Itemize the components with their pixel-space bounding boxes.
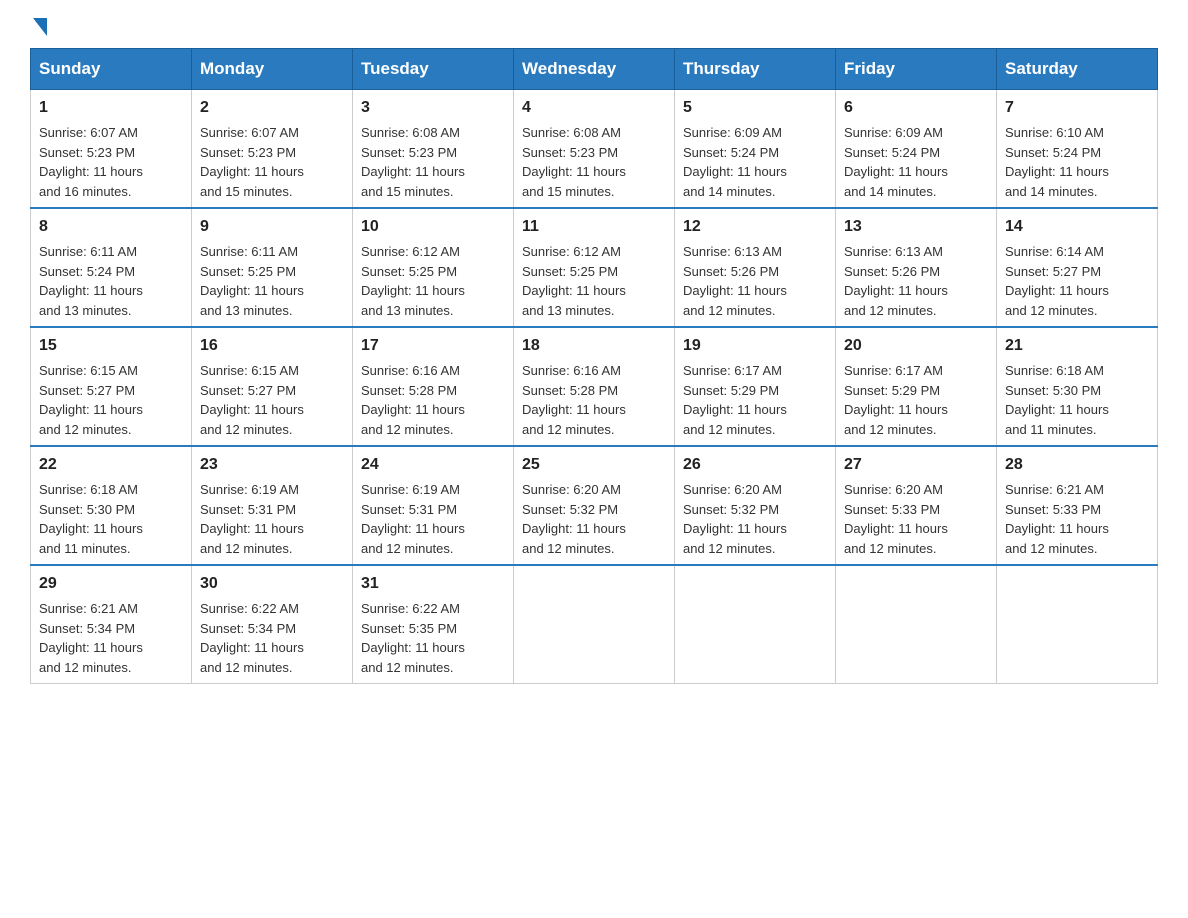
column-header-saturday: Saturday xyxy=(997,49,1158,90)
calendar-cell: 4Sunrise: 6:08 AMSunset: 5:23 PMDaylight… xyxy=(514,90,675,209)
calendar-cell xyxy=(997,565,1158,684)
calendar-cell: 27Sunrise: 6:20 AMSunset: 5:33 PMDayligh… xyxy=(836,446,997,565)
column-header-sunday: Sunday xyxy=(31,49,192,90)
day-number: 9 xyxy=(200,215,344,239)
calendar-cell: 26Sunrise: 6:20 AMSunset: 5:32 PMDayligh… xyxy=(675,446,836,565)
day-number: 24 xyxy=(361,453,505,477)
calendar-cell xyxy=(836,565,997,684)
day-number: 2 xyxy=(200,96,344,120)
calendar-cell: 3Sunrise: 6:08 AMSunset: 5:23 PMDaylight… xyxy=(353,90,514,209)
column-header-thursday: Thursday xyxy=(675,49,836,90)
column-header-tuesday: Tuesday xyxy=(353,49,514,90)
calendar-cell: 10Sunrise: 6:12 AMSunset: 5:25 PMDayligh… xyxy=(353,208,514,327)
calendar-cell: 30Sunrise: 6:22 AMSunset: 5:34 PMDayligh… xyxy=(192,565,353,684)
calendar-cell: 15Sunrise: 6:15 AMSunset: 5:27 PMDayligh… xyxy=(31,327,192,446)
calendar-table: SundayMondayTuesdayWednesdayThursdayFrid… xyxy=(30,48,1158,684)
column-header-wednesday: Wednesday xyxy=(514,49,675,90)
logo xyxy=(30,20,47,38)
day-number: 13 xyxy=(844,215,988,239)
calendar-cell: 22Sunrise: 6:18 AMSunset: 5:30 PMDayligh… xyxy=(31,446,192,565)
calendar-week-3: 15Sunrise: 6:15 AMSunset: 5:27 PMDayligh… xyxy=(31,327,1158,446)
calendar-cell: 17Sunrise: 6:16 AMSunset: 5:28 PMDayligh… xyxy=(353,327,514,446)
calendar-cell: 5Sunrise: 6:09 AMSunset: 5:24 PMDaylight… xyxy=(675,90,836,209)
day-number: 10 xyxy=(361,215,505,239)
calendar-week-1: 1Sunrise: 6:07 AMSunset: 5:23 PMDaylight… xyxy=(31,90,1158,209)
calendar-cell: 2Sunrise: 6:07 AMSunset: 5:23 PMDaylight… xyxy=(192,90,353,209)
day-number: 11 xyxy=(522,215,666,239)
day-number: 18 xyxy=(522,334,666,358)
calendar-header-row: SundayMondayTuesdayWednesdayThursdayFrid… xyxy=(31,49,1158,90)
day-number: 20 xyxy=(844,334,988,358)
calendar-cell: 23Sunrise: 6:19 AMSunset: 5:31 PMDayligh… xyxy=(192,446,353,565)
day-number: 29 xyxy=(39,572,183,596)
day-number: 28 xyxy=(1005,453,1149,477)
day-number: 5 xyxy=(683,96,827,120)
day-number: 3 xyxy=(361,96,505,120)
day-number: 6 xyxy=(844,96,988,120)
calendar-cell: 31Sunrise: 6:22 AMSunset: 5:35 PMDayligh… xyxy=(353,565,514,684)
day-number: 22 xyxy=(39,453,183,477)
day-number: 7 xyxy=(1005,96,1149,120)
day-number: 15 xyxy=(39,334,183,358)
day-number: 8 xyxy=(39,215,183,239)
calendar-cell: 25Sunrise: 6:20 AMSunset: 5:32 PMDayligh… xyxy=(514,446,675,565)
day-number: 23 xyxy=(200,453,344,477)
calendar-cell: 12Sunrise: 6:13 AMSunset: 5:26 PMDayligh… xyxy=(675,208,836,327)
calendar-cell: 19Sunrise: 6:17 AMSunset: 5:29 PMDayligh… xyxy=(675,327,836,446)
day-number: 16 xyxy=(200,334,344,358)
calendar-cell: 18Sunrise: 6:16 AMSunset: 5:28 PMDayligh… xyxy=(514,327,675,446)
calendar-week-2: 8Sunrise: 6:11 AMSunset: 5:24 PMDaylight… xyxy=(31,208,1158,327)
day-number: 21 xyxy=(1005,334,1149,358)
column-header-friday: Friday xyxy=(836,49,997,90)
column-header-monday: Monday xyxy=(192,49,353,90)
calendar-cell: 13Sunrise: 6:13 AMSunset: 5:26 PMDayligh… xyxy=(836,208,997,327)
day-number: 12 xyxy=(683,215,827,239)
day-number: 26 xyxy=(683,453,827,477)
calendar-cell xyxy=(675,565,836,684)
calendar-cell: 1Sunrise: 6:07 AMSunset: 5:23 PMDaylight… xyxy=(31,90,192,209)
calendar-cell: 16Sunrise: 6:15 AMSunset: 5:27 PMDayligh… xyxy=(192,327,353,446)
calendar-cell: 8Sunrise: 6:11 AMSunset: 5:24 PMDaylight… xyxy=(31,208,192,327)
day-number: 25 xyxy=(522,453,666,477)
day-number: 17 xyxy=(361,334,505,358)
calendar-week-5: 29Sunrise: 6:21 AMSunset: 5:34 PMDayligh… xyxy=(31,565,1158,684)
calendar-cell: 9Sunrise: 6:11 AMSunset: 5:25 PMDaylight… xyxy=(192,208,353,327)
day-number: 1 xyxy=(39,96,183,120)
calendar-cell: 11Sunrise: 6:12 AMSunset: 5:25 PMDayligh… xyxy=(514,208,675,327)
day-number: 19 xyxy=(683,334,827,358)
calendar-week-4: 22Sunrise: 6:18 AMSunset: 5:30 PMDayligh… xyxy=(31,446,1158,565)
calendar-cell: 14Sunrise: 6:14 AMSunset: 5:27 PMDayligh… xyxy=(997,208,1158,327)
calendar-cell: 21Sunrise: 6:18 AMSunset: 5:30 PMDayligh… xyxy=(997,327,1158,446)
day-number: 14 xyxy=(1005,215,1149,239)
day-number: 27 xyxy=(844,453,988,477)
calendar-cell: 20Sunrise: 6:17 AMSunset: 5:29 PMDayligh… xyxy=(836,327,997,446)
calendar-cell: 6Sunrise: 6:09 AMSunset: 5:24 PMDaylight… xyxy=(836,90,997,209)
calendar-cell: 28Sunrise: 6:21 AMSunset: 5:33 PMDayligh… xyxy=(997,446,1158,565)
calendar-cell: 7Sunrise: 6:10 AMSunset: 5:24 PMDaylight… xyxy=(997,90,1158,209)
calendar-cell: 29Sunrise: 6:21 AMSunset: 5:34 PMDayligh… xyxy=(31,565,192,684)
calendar-cell: 24Sunrise: 6:19 AMSunset: 5:31 PMDayligh… xyxy=(353,446,514,565)
page-header xyxy=(30,20,1158,38)
day-number: 30 xyxy=(200,572,344,596)
day-number: 31 xyxy=(361,572,505,596)
logo-triangle-icon xyxy=(33,18,47,36)
calendar-cell xyxy=(514,565,675,684)
day-number: 4 xyxy=(522,96,666,120)
